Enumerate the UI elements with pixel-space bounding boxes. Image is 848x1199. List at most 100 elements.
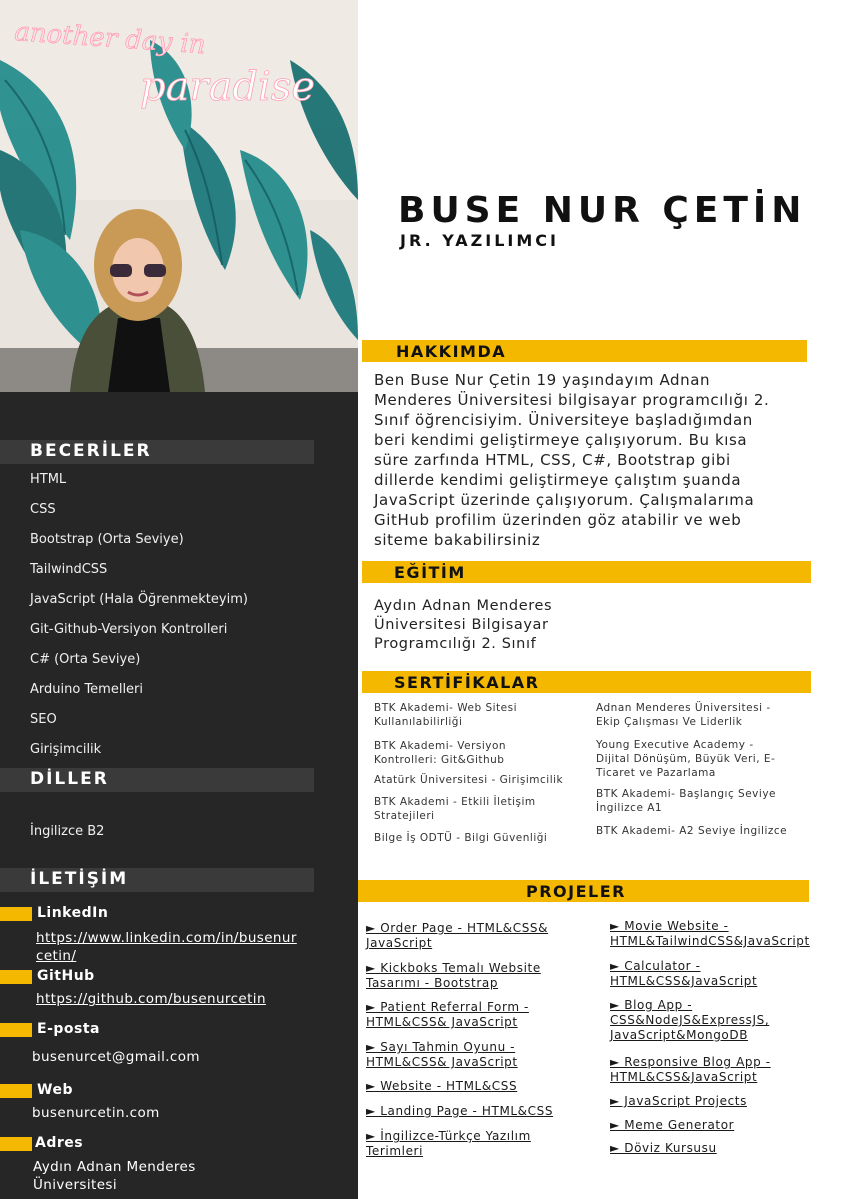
projects-heading-bar: PROJELER — [358, 880, 809, 902]
certificate-line: İngilizce A1 — [596, 802, 663, 814]
project-link-website[interactable]: ► Website - HTML&CSS — [366, 1079, 517, 1094]
project-link-patient-referral[interactable]: ► Patient Referral Form - HTML&CSS& Java… — [366, 1000, 529, 1030]
skills-heading-bar: BECERİLER — [0, 440, 314, 464]
about-line: JavaScript üzerinde çalışıyorum. Çalışma… — [374, 491, 755, 509]
project-line: ► Order Page - HTML&CSS& — [366, 921, 549, 935]
project-line: ► Döviz Kursusu — [610, 1141, 717, 1155]
skill-item: CSS — [30, 502, 56, 517]
neon-line-2: paradise — [140, 64, 315, 110]
email-marker — [0, 1023, 32, 1037]
certificate-item: BTK Akademi- Web Sitesi Kullanılabilirli… — [374, 701, 579, 729]
project-link-javascript-projects[interactable]: ► JavaScript Projects — [610, 1094, 747, 1109]
contact-heading: İLETİŞİM — [30, 869, 129, 889]
certificate-item: Atatürk Üniversitesi - Girişimcilik — [374, 773, 589, 787]
email-label: E-posta — [37, 1021, 100, 1037]
skill-item: HTML — [30, 472, 67, 487]
web-marker — [0, 1084, 32, 1098]
certificate-line: BTK Akademi - Etkili İletişim — [374, 796, 536, 808]
certificate-line: BTK Akademi- Başlangıç Seviye — [596, 788, 776, 800]
about-line: GitHub profilim üzerinden göz atabilir v… — [374, 511, 742, 529]
skill-item: TailwindCSS — [30, 562, 108, 577]
languages-heading: DİLLER — [30, 769, 109, 789]
project-link-terimler[interactable]: ► İngilizce-Türkçe Yazılım Terimleri — [366, 1129, 531, 1159]
certificate-line: Kontrolleri: Git&Github — [374, 754, 505, 766]
project-line: JavaScript&MongoDB — [610, 1028, 749, 1042]
project-link-kickboks[interactable]: ► Kickboks Temalı Website Tasarımı - Boo… — [366, 961, 541, 991]
certificate-item: BTK Akademi- Başlangıç Seviye İngilizce … — [596, 787, 816, 815]
contact-heading-bar: İLETİŞİM — [0, 868, 314, 892]
language-item: İngilizce B2 — [30, 824, 105, 839]
skill-item: Bootstrap (Orta Seviye) — [30, 532, 184, 547]
linkedin-marker — [0, 907, 32, 921]
linkedin-link-cont[interactable]: cetin/ — [36, 947, 76, 965]
project-line: HTML&CSS&JavaScript — [610, 974, 758, 988]
certificate-item: BTK Akademi - Etkili İletişim Stratejile… — [374, 795, 579, 823]
certificate-item: Adnan Menderes Üniversitesi - Ekip Çalış… — [596, 701, 816, 729]
project-link-movie-website[interactable]: ► Movie Website - HTML&TailwindCSS&JavaS… — [610, 919, 810, 949]
skill-item: SEO — [30, 712, 57, 727]
project-link-doviz-kursusu[interactable]: ► Döviz Kursusu — [610, 1141, 717, 1156]
skill-item: Girişimcilik — [30, 742, 102, 757]
about-line: beri kendimi geliştirmeye çalışıyorum. B… — [374, 431, 748, 449]
skill-item: C# (Orta Seviye) — [30, 652, 141, 667]
about-text: Ben Buse Nur Çetin 19 yaşındayım Adnan M… — [374, 370, 769, 550]
address-label: Adres — [35, 1135, 84, 1151]
address-line: Aydın Adnan Menderes — [33, 1159, 196, 1175]
job-title: JR. YAZILIMCI — [400, 231, 559, 250]
about-heading: HAKKIMDA — [396, 342, 507, 361]
project-line: Terimleri — [366, 1144, 424, 1158]
skill-item: Git-Github-Versiyon Kontrolleri — [30, 622, 228, 637]
profile-photo-illustration: another day in paradise — [0, 0, 358, 392]
web-label: Web — [37, 1082, 73, 1098]
skill-item: JavaScript (Hala Öğrenmekteyim) — [30, 592, 248, 607]
certificate-item: BTK Akademi- A2 Seviye İngilizce — [596, 824, 826, 838]
certificate-line: Ticaret ve Pazarlama — [596, 767, 716, 779]
education-heading: EĞİTİM — [394, 563, 466, 582]
github-marker — [0, 970, 32, 984]
skill-item: Arduino Temelleri — [30, 682, 144, 697]
project-link-sayi-tahmin[interactable]: ► Sayı Tahmin Oyunu - HTML&CSS& JavaScri… — [366, 1040, 518, 1070]
skills-heading: BECERİLER — [30, 441, 152, 461]
certificate-line: BTK Akademi- Versiyon — [374, 740, 507, 752]
education-line: Programcılığı 2. Sınıf — [374, 636, 537, 652]
certificate-line: Bilge İş ODTÜ - Bilgi Güvenliği — [374, 832, 548, 844]
about-line: siteme bakabilirsiniz — [374, 531, 541, 549]
certificate-line: Ekip Çalışması Ve Liderlik — [596, 716, 743, 728]
project-link-blog-app[interactable]: ► Blog App - CSS&NodeJS&ExpressJS, JavaS… — [610, 998, 769, 1043]
certificate-item: BTK Akademi- Versiyon Kontrolleri: Git&G… — [374, 739, 579, 767]
certificate-line: Stratejileri — [374, 810, 435, 822]
about-line: Menderes Üniversitesi bilgisayar program… — [374, 391, 770, 409]
project-line: ► Website - HTML&CSS — [366, 1079, 518, 1093]
project-line: ► Patient Referral Form - — [366, 1000, 529, 1014]
certificate-item: Bilge İş ODTÜ - Bilgi Güvenliği — [374, 831, 579, 845]
project-link-landing-page[interactable]: ► Landing Page - HTML&CSS — [366, 1104, 553, 1119]
github-label: GitHub — [37, 968, 95, 984]
project-line: ► Movie Website - — [610, 919, 729, 933]
project-link-meme-generator[interactable]: ► Meme Generator — [610, 1118, 734, 1133]
project-line: HTML&CSS&JavaScript — [610, 1070, 758, 1084]
certificates-heading-bar: SERTİFİKALAR — [362, 671, 811, 693]
project-line: ► Landing Page - HTML&CSS — [366, 1104, 554, 1118]
project-link-order-page[interactable]: ► Order Page - HTML&CSS& JavaScript — [366, 921, 548, 951]
certificate-line: BTK Akademi- Web Sitesi — [374, 702, 518, 714]
project-line: ► Meme Generator — [610, 1118, 735, 1132]
project-line: ► Sayı Tahmin Oyunu - — [366, 1040, 516, 1054]
email-value[interactable]: busenurcet@gmail.com — [32, 1048, 200, 1066]
project-link-responsive-blog[interactable]: ► Responsive Blog App - HTML&CSS&JavaScr… — [610, 1055, 771, 1085]
project-line: HTML&CSS& JavaScript — [366, 1015, 518, 1029]
project-line: ► Blog App - — [610, 998, 693, 1012]
education-line: Aydın Adnan Menderes — [374, 598, 553, 614]
certificate-line: BTK Akademi- A2 Seviye İngilizce — [596, 825, 788, 837]
project-line: ► Calculator - — [610, 959, 701, 973]
project-line: HTML&TailwindCSS&JavaScript — [610, 934, 810, 948]
certificate-line: Adnan Menderes Üniversitesi - — [596, 702, 771, 714]
github-link[interactable]: https://github.com/busenurcetin — [36, 990, 266, 1008]
about-heading-bar: HAKKIMDA — [362, 340, 807, 362]
project-link-calculator[interactable]: ► Calculator - HTML&CSS&JavaScript — [610, 959, 757, 989]
page-title: BUSE NUR ÇETİN — [398, 190, 807, 231]
web-value[interactable]: busenurcetin.com — [32, 1104, 160, 1122]
project-line: ► İngilizce-Türkçe Yazılım — [366, 1129, 531, 1143]
project-line: JavaScript — [366, 936, 433, 950]
certificate-line: Young Executive Academy - — [596, 739, 754, 751]
linkedin-link[interactable]: https://www.linkedin.com/in/busenur — [36, 929, 297, 947]
